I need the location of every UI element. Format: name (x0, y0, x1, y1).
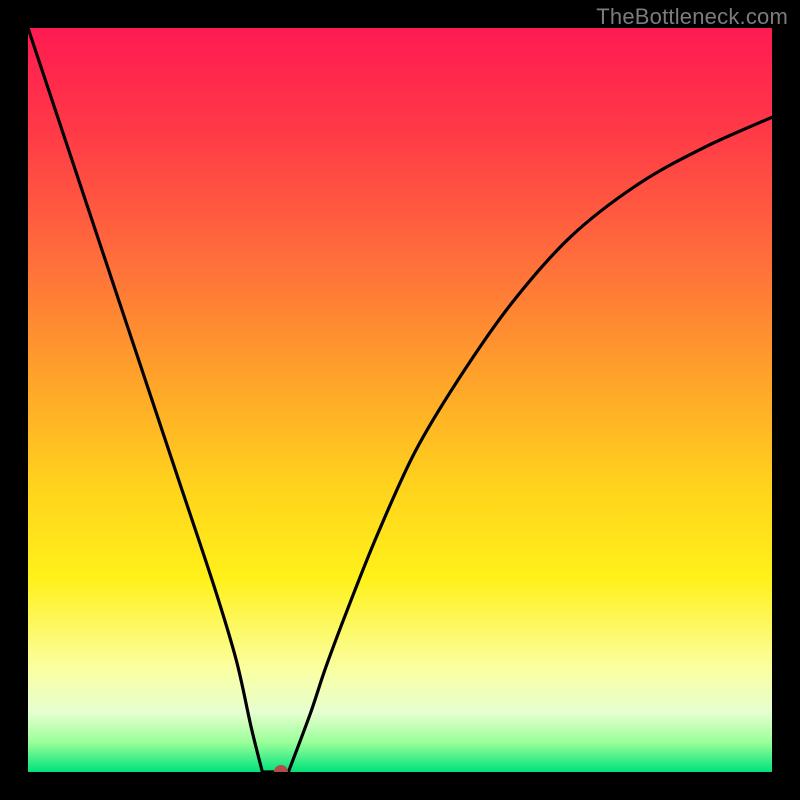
watermark-text: TheBottleneck.com (596, 4, 788, 30)
curve-layer (28, 28, 772, 772)
chart-frame: TheBottleneck.com (0, 0, 800, 800)
minimum-marker (274, 765, 288, 772)
plot-area (28, 28, 772, 772)
bottleneck-curve (28, 28, 772, 772)
